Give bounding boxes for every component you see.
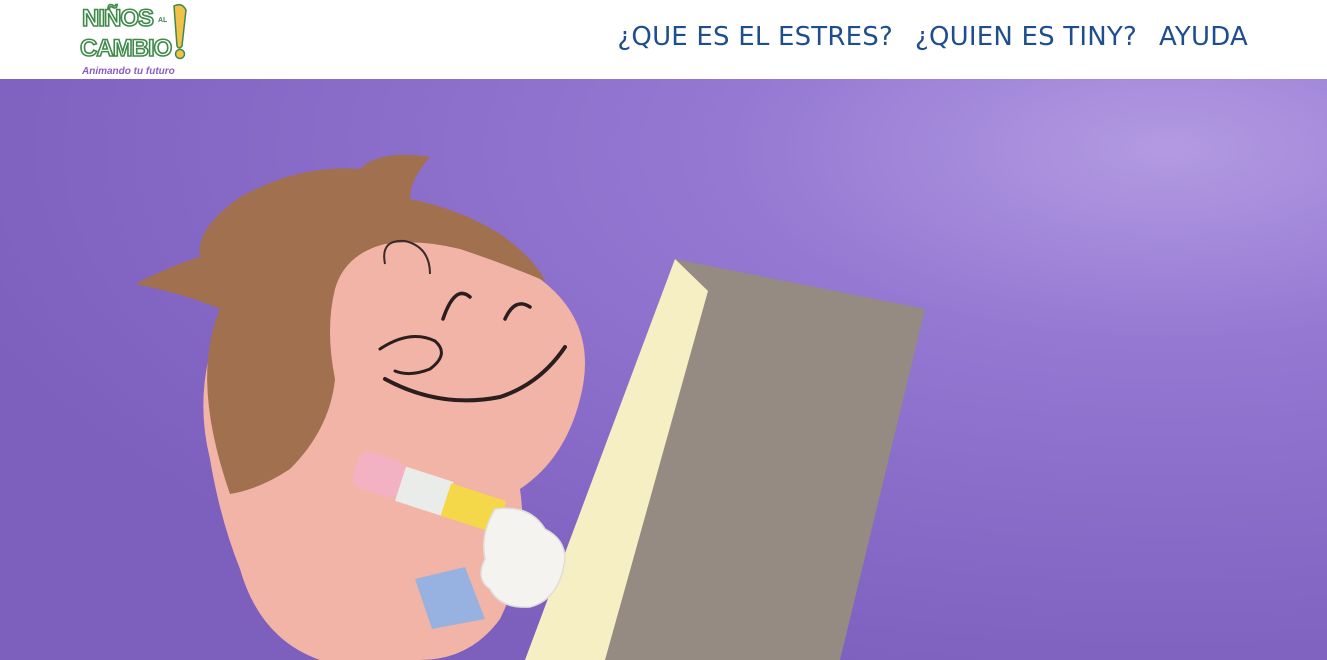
main-nav: ¿QUE ES EL ESTRES? ¿QUIEN ES TINY? AYUDA [617, 22, 1248, 52]
hero-illustration [0, 79, 1327, 660]
hero-video-frame[interactable] [0, 79, 1327, 660]
logo-line1: NIÑOS [82, 4, 154, 32]
nav-item-que-es-el-estres[interactable]: ¿QUE ES EL ESTRES? [617, 22, 893, 52]
nav-item-quien-es-tiny[interactable]: ¿QUIEN ES TINY? [915, 22, 1137, 52]
site-header: NIÑOS AL CAMBIO Animando tu futuro ¿QUE … [0, 0, 1327, 79]
exclamation-icon [173, 3, 187, 49]
logo-small: AL [158, 17, 168, 24]
exclamation-dot-icon [174, 48, 186, 60]
logo-graphic: NIÑOS AL CAMBIO Animando tu futuro [79, 3, 187, 77]
logo-line2: CAMBIO [80, 35, 172, 62]
logo-tagline: Animando tu futuro [81, 66, 175, 77]
site-logo[interactable]: NIÑOS AL CAMBIO Animando tu futuro [78, 0, 200, 79]
nav-item-ayuda[interactable]: AYUDA [1159, 22, 1248, 52]
